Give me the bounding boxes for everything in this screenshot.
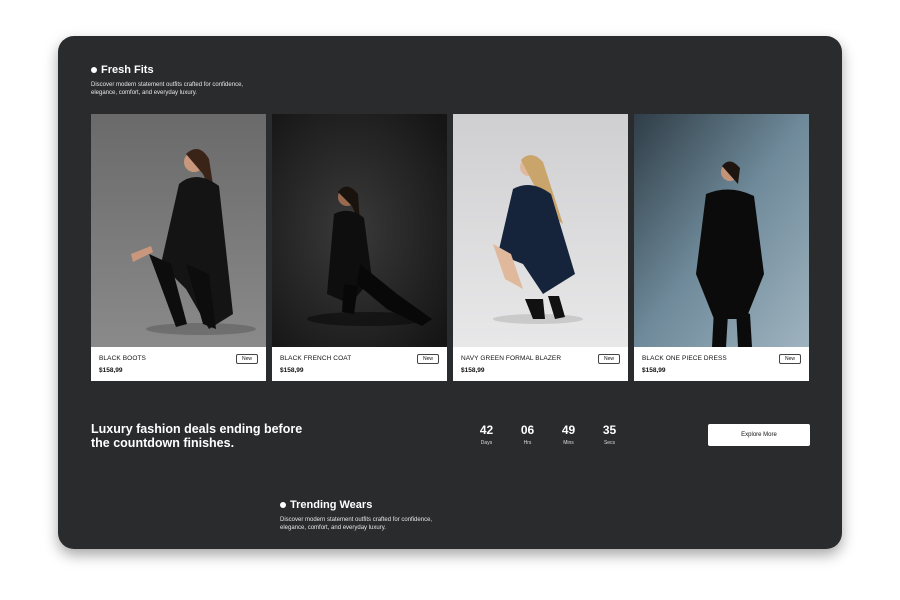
- product-price: $158,99: [280, 367, 304, 374]
- product-photo[interactable]: [272, 114, 447, 347]
- product-price: $158,99: [99, 367, 123, 374]
- bullet-dot-icon: [91, 67, 97, 73]
- fresh-fits-section: Fresh Fits Discover modern statement out…: [91, 64, 261, 97]
- product-price: $158,99: [461, 367, 485, 374]
- new-badge: New: [597, 354, 620, 364]
- product-photo[interactable]: [91, 114, 266, 347]
- product-card-navy-green-formal-blazer[interactable]: NAVY GREEN FORMAL BLAZER $158,99 New: [453, 114, 628, 381]
- main-panel: Fresh Fits Discover modern statement out…: [58, 36, 842, 549]
- product-card-black-boots[interactable]: BLACK BOOTS $158,99 New: [91, 114, 266, 381]
- product-name[interactable]: BLACK ONE PIECE DRESS: [642, 355, 727, 362]
- deal-headline: Luxury fashion deals ending before the c…: [91, 422, 303, 450]
- countdown-seconds: 35 Secs: [602, 423, 617, 446]
- trending-wears-section: Trending Wears Discover modern statement…: [280, 499, 440, 532]
- product-name[interactable]: NAVY GREEN FORMAL BLAZER: [461, 355, 561, 362]
- countdown-hours: 06 Hrs: [520, 423, 535, 446]
- product-card-black-one-piece-dress[interactable]: BLACK ONE PIECE DRESS $158,99 New: [634, 114, 809, 381]
- countdown-minutes: 49 Mins: [561, 423, 576, 446]
- product-price: $158,99: [642, 367, 666, 374]
- product-name[interactable]: BLACK BOOTS: [99, 355, 146, 362]
- product-name[interactable]: BLACK FRENCH COAT: [280, 355, 351, 362]
- product-grid: BLACK BOOTS $158,99 New BLACK FRENCH COA…: [91, 114, 810, 381]
- countdown-days: 42 Days: [479, 423, 494, 446]
- explore-more-button[interactable]: Explore More: [708, 424, 810, 446]
- countdown-timer: 42 Days 06 Hrs 49 Mins 35 Secs: [466, 423, 630, 446]
- fresh-fits-subtitle: Discover modern statement outfits crafte…: [91, 82, 244, 96]
- bullet-dot-icon: [280, 502, 286, 508]
- product-card-black-french-coat[interactable]: BLACK FRENCH COAT $158,99 New: [272, 114, 447, 381]
- new-badge: New: [235, 354, 258, 364]
- trending-wears-subtitle: Discover modern statement outfits crafte…: [280, 517, 433, 531]
- fresh-fits-title: Fresh Fits: [101, 64, 154, 76]
- new-badge: New: [778, 354, 801, 364]
- trending-wears-title: Trending Wears: [290, 499, 373, 511]
- product-photo[interactable]: [453, 114, 628, 347]
- product-photo[interactable]: [634, 114, 809, 347]
- new-badge: New: [416, 354, 439, 364]
